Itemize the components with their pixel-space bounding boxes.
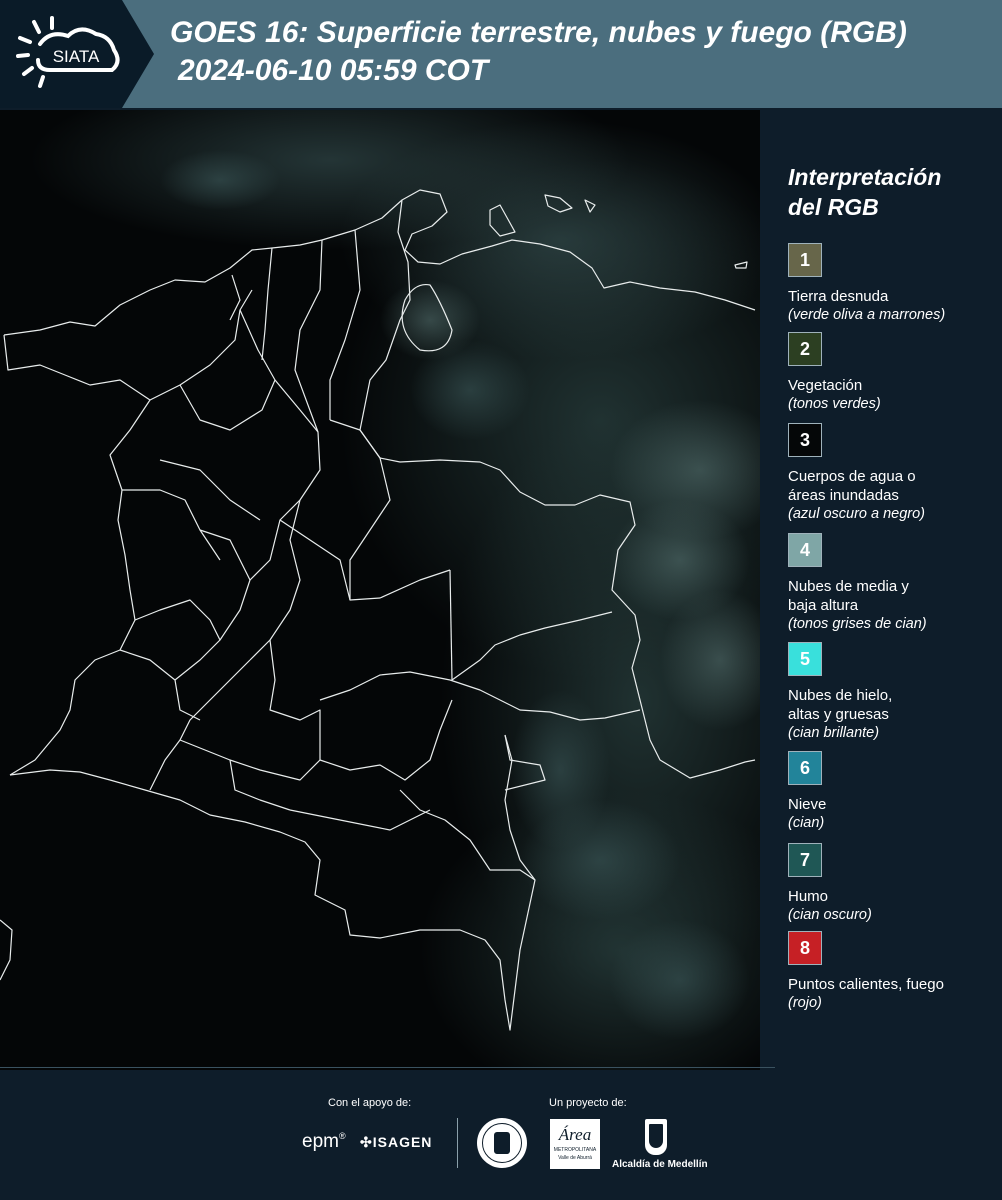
legend-item: 1 Tierra desnuda (verde oliva a marrones… — [788, 243, 998, 325]
footer-separator — [457, 1118, 458, 1168]
project-caption: Un proyecto de: — [549, 1097, 627, 1109]
legend-title: Interpretación del RGB — [788, 164, 942, 220]
legend-swatch: 4 — [788, 533, 822, 567]
footer-divider — [0, 1067, 775, 1068]
alcaldia-label: Alcaldía de Medellín — [612, 1159, 708, 1170]
legend-item: 8 Puntos calientes, fuego (rojo) — [788, 931, 998, 1013]
legend-swatch: 5 — [788, 642, 822, 676]
epm-logo: epm® — [302, 1131, 346, 1152]
legend-swatch: 6 — [788, 751, 822, 785]
legend-panel: Interpretación del RGB 1 Tierra desnuda … — [762, 110, 1002, 1070]
seal-logo — [477, 1118, 527, 1168]
title-datetime: 2024-06-10 05:59 COT — [178, 54, 489, 87]
medellin-coat-of-arms — [645, 1119, 667, 1155]
legend-swatch: 7 — [788, 843, 822, 877]
title-product: GOES 16: Superficie terrestre, nubes y f… — [170, 16, 907, 49]
legend-item: 6 Nieve (cian) — [788, 751, 998, 833]
isagen-icon: ✣ — [360, 1134, 373, 1150]
isagen-logo: ✣ISAGEN — [360, 1134, 433, 1150]
support-caption: Con el apoyo de: — [328, 1097, 412, 1109]
legend-swatch: 1 — [788, 243, 822, 277]
header-bar: SIATA GOES 16: Superficie terrestre, nub… — [0, 0, 1002, 108]
legend-swatch: 2 — [788, 332, 822, 366]
legend-item: 4 Nubes de media y baja altura (tonos gr… — [788, 533, 998, 634]
siata-logo: SIATA — [14, 14, 124, 94]
legend-item: 5 Nubes de hielo, altas y gruesas (cian … — [788, 642, 998, 743]
legend-item: 3 Cuerpos de agua o áreas inundadas (azu… — [788, 423, 998, 524]
map-canvas — [0, 110, 760, 1070]
page-title: GOES 16: Superficie terrestre, nubes y f… — [170, 14, 1000, 90]
satellite-map[interactable] — [0, 110, 760, 1070]
legend-swatch: 8 — [788, 931, 822, 965]
legend-item: 2 Vegetación (tonos verdes) — [788, 332, 998, 414]
legend-swatch: 3 — [788, 423, 822, 457]
svg-text:SIATA: SIATA — [53, 47, 100, 66]
area-metropolitana-logo: Área METROPOLITANA Valle de Aburrá — [550, 1119, 600, 1169]
legend-item: 7 Humo (cian oscuro) — [788, 843, 998, 925]
